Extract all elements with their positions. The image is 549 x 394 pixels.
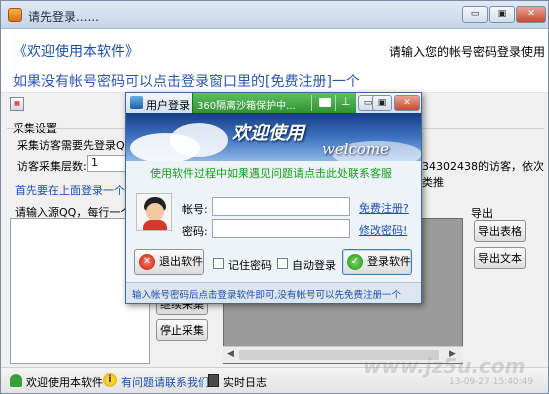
register-notice: 如果没有帐号密码可以点击登录窗口里的[免费注册]一个 bbox=[1, 67, 548, 93]
autologin-checkbox[interactable] bbox=[277, 258, 288, 269]
log-status-icon bbox=[208, 374, 219, 387]
autologin-label: 自动登录 bbox=[292, 259, 336, 272]
hint-text: 首先要在上面登录一个QQ bbox=[15, 184, 143, 197]
scroll-left-arrow-icon[interactable]: ◀ bbox=[227, 349, 234, 359]
watermark: www.jz5u.com bbox=[363, 354, 526, 378]
export-text-button[interactable]: 导出文本 bbox=[474, 247, 526, 269]
export-label: 导出 bbox=[471, 207, 493, 220]
small-app-icon: ▦ bbox=[10, 97, 24, 111]
exit-label: 退出软件 bbox=[159, 255, 203, 268]
login-label: 登录软件 bbox=[367, 255, 411, 268]
exit-software-button[interactable]: ✕ 退出软件 bbox=[134, 249, 204, 275]
maximize-button[interactable]: ▣ bbox=[489, 6, 515, 23]
dialog-footer: 输入帐号密码后点击登录软件即可,没有帐号可以先免费注册一个 bbox=[126, 282, 421, 303]
close-button[interactable]: ✕ bbox=[516, 6, 546, 23]
dialog-app-icon bbox=[130, 96, 143, 109]
header-band: 《欢迎使用本软件》 请输入您的帐号密码登录使用 bbox=[1, 29, 548, 67]
avatar-body bbox=[143, 220, 167, 230]
app-icon bbox=[8, 8, 22, 22]
change-password-link[interactable]: 修改密码! bbox=[359, 222, 407, 238]
info-icon: i bbox=[103, 373, 117, 387]
visitor-note: 34302438的访客，依次类推 bbox=[422, 160, 544, 189]
cloud-shape bbox=[170, 123, 228, 157]
status-log: 实时日志 bbox=[223, 376, 267, 389]
login-dialog: 用户登录 360隔离沙箱保护中... ⊥ ▭ ▣ ✕ 欢迎使用 welcome … bbox=[125, 92, 422, 304]
banner-title-en: welcome bbox=[322, 140, 390, 158]
password-input[interactable] bbox=[212, 219, 350, 238]
status-timestamp: 13-09-27 15:40:49 bbox=[449, 377, 534, 387]
welcome-heading: 《欢迎使用本软件》 bbox=[13, 44, 139, 60]
minimize-button[interactable]: ▭ bbox=[462, 6, 488, 23]
sandbox-separator bbox=[311, 95, 312, 111]
depth-value: 1 bbox=[91, 156, 98, 169]
dialog-footer-text: 输入帐号密码后点击登录软件即可,没有帐号可以先免费注册一个 bbox=[132, 290, 402, 301]
sandbox-folder-icon[interactable] bbox=[319, 98, 331, 107]
remember-checkbox[interactable] bbox=[213, 258, 224, 269]
notice-text: 如果没有帐号密码可以点击登录窗口里的[免费注册]一个 bbox=[13, 74, 360, 90]
login-button[interactable]: ✓ 登录软件 bbox=[342, 249, 412, 275]
login-check-icon: ✓ bbox=[347, 254, 363, 270]
visitor-label: 采集访客需要先登录QQ: bbox=[17, 139, 138, 152]
depth-label: 访客采集层数: bbox=[17, 160, 87, 173]
avatar-face bbox=[146, 203, 164, 221]
depth-input[interactable]: 1 bbox=[87, 155, 127, 172]
status-help-link[interactable]: 有问题请联系我们 bbox=[121, 374, 209, 390]
welcome-banner: 欢迎使用 welcome bbox=[126, 113, 421, 161]
password-label: 密码: bbox=[182, 225, 208, 238]
welcome-status-icon bbox=[10, 374, 22, 387]
status-welcome: 欢迎使用本软件 bbox=[26, 376, 103, 389]
register-link[interactable]: 免费注册? bbox=[359, 200, 409, 216]
title-bar: 请先登录...... ▭ ▣ ✕ bbox=[1, 1, 548, 29]
export-table-button[interactable]: 导出表格 bbox=[474, 220, 526, 242]
banner-title-cn: 欢迎使用 bbox=[232, 123, 304, 144]
window-title: 请先登录...... bbox=[28, 10, 99, 24]
sandbox-separator-2 bbox=[335, 95, 336, 111]
remember-label: 记住密码 bbox=[228, 259, 272, 272]
sandbox-tab: 360隔离沙箱保护中... ⊥ bbox=[192, 93, 356, 113]
dialog-title-bar: 用户登录 360隔离沙箱保护中... ⊥ ▭ ▣ ✕ bbox=[126, 93, 421, 113]
dialog-title: 用户登录 bbox=[146, 99, 190, 112]
account-input[interactable] bbox=[212, 197, 350, 216]
dialog-maximize-button[interactable]: ▣ bbox=[372, 95, 392, 111]
login-prompt: 请输入您的帐号密码登录使用 bbox=[389, 45, 546, 59]
sandbox-pin-icon[interactable]: ⊥ bbox=[341, 95, 351, 108]
customer-service-link[interactable]: 使用软件过程中如果遇见问题请点击此处联系客服 bbox=[150, 165, 392, 181]
exit-icon: ✕ bbox=[139, 254, 155, 270]
user-avatar bbox=[136, 193, 172, 231]
stop-collect-button[interactable]: 停止采集 bbox=[156, 319, 208, 341]
account-label: 帐号: bbox=[182, 203, 208, 216]
dialog-close-button[interactable]: ✕ bbox=[394, 95, 420, 111]
sandbox-text: 360隔离沙箱保护中... bbox=[197, 101, 296, 112]
